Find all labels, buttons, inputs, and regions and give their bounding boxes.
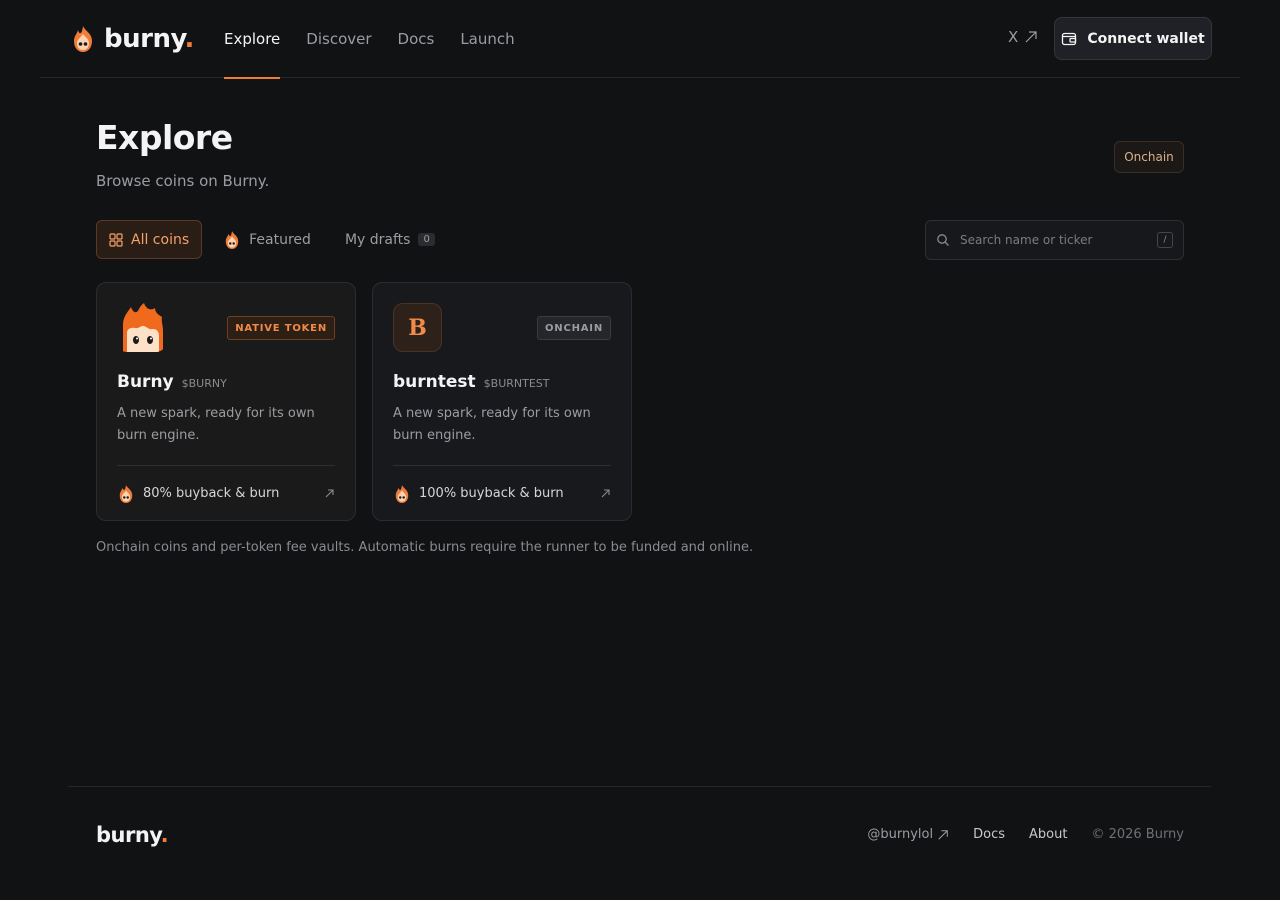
flame-mascot-icon [74,26,92,52]
nav-explore[interactable]: Explore [224,0,281,79]
buyback-burn-label: 100% buyback & burn [419,486,564,501]
native-token-tag: NATIVE TOKEN [227,316,335,340]
x-link-label: X [1008,28,1019,46]
footer-divider [68,786,1211,787]
card-footer: 100% buyback & burn [393,465,611,521]
flame-mascot-icon [117,303,166,352]
tab-all-coins-label: All coins [131,231,190,248]
card-footer: 80% buyback & burn [117,465,335,521]
page-subtitle: Browse coins on Burny. [96,172,270,190]
footer-docs-link[interactable]: Docs [973,827,1005,842]
grid-icon [109,232,123,247]
footer-links: @burnylol Docs About © 2026 Burny [867,827,1184,842]
coin-avatar [117,303,166,352]
footer-logo-dot: . [160,823,169,847]
coin-card-burntest[interactable]: B ONCHAIN burntest $BURNTEST A new spark… [372,282,632,521]
connect-wallet-button[interactable]: Connect wallet [1054,17,1212,60]
arrow-up-right-icon [601,489,610,498]
flame-mascot-icon [395,484,409,503]
footer-logo[interactable]: burny. [96,823,169,847]
coin-description: A new spark, ready for its own burn engi… [117,406,315,443]
tab-featured-label: Featured [249,231,311,248]
external-arrow-icon [1025,31,1037,43]
main-nav: Explore Discover Docs Launch [224,0,541,79]
page-title: Explore [96,118,233,157]
logo[interactable]: burny. [70,22,194,56]
flame-mascot-icon [225,230,239,249]
logo-text: burny [104,24,185,54]
nav-launch[interactable]: Launch [460,0,514,78]
coin-name-text: burntest [393,372,476,392]
footer-twitter-link[interactable]: @burnylol [867,827,949,842]
logo-dot: . [184,24,195,54]
footer-logo-text: burny [96,823,161,847]
tab-all-coins[interactable]: All coins [96,220,203,259]
wallet-icon [1062,32,1077,45]
footer-copyright: © 2026 Burny [1091,827,1184,842]
tab-my-drafts-label: My drafts [344,231,411,248]
connect-wallet-label: Connect wallet [1087,30,1205,47]
search-input[interactable] [960,233,1157,247]
search-box: / [925,220,1184,260]
onchain-badge: Onchain [1114,141,1184,173]
nav-discover[interactable]: Discover [306,0,371,78]
nav-docs[interactable]: Docs [398,0,435,78]
buyback-burn-label: 80% buyback & burn [143,486,280,501]
coin-name: burntest $BURNTEST [393,372,550,392]
tab-my-drafts[interactable]: My drafts 0 [332,220,448,259]
coin-ticker: $BURNTEST [483,377,550,390]
external-arrow-icon [938,829,948,840]
coin-avatar: B [393,303,442,352]
footer-about-link[interactable]: About [1029,827,1067,842]
tab-featured[interactable]: Featured [210,220,324,259]
flame-mascot-icon [119,484,133,503]
top-header: burny. Explore Discover Docs Launch X Co… [40,0,1240,79]
coin-name: Burny $BURNY [117,372,227,392]
coin-ticker: $BURNY [181,377,227,390]
search-shortcut-key: / [1157,232,1173,248]
coin-name-text: Burny [117,372,174,392]
footer-twitter-label: @burnylol [867,827,934,842]
coin-card-burny[interactable]: NATIVE TOKEN Burny $BURNY A new spark, r… [96,282,356,521]
search-icon [937,234,949,246]
arrow-up-right-icon [325,489,334,498]
coin-description: A new spark, ready for its own burn engi… [393,406,591,443]
filter-tabs: All coins Featured My drafts 0 [96,220,456,259]
x-link[interactable]: X [1008,28,1038,46]
drafts-count-badge: 0 [418,233,435,246]
info-note: Onchain coins and per-token fee vaults. … [96,540,754,555]
onchain-tag: ONCHAIN [536,316,611,340]
